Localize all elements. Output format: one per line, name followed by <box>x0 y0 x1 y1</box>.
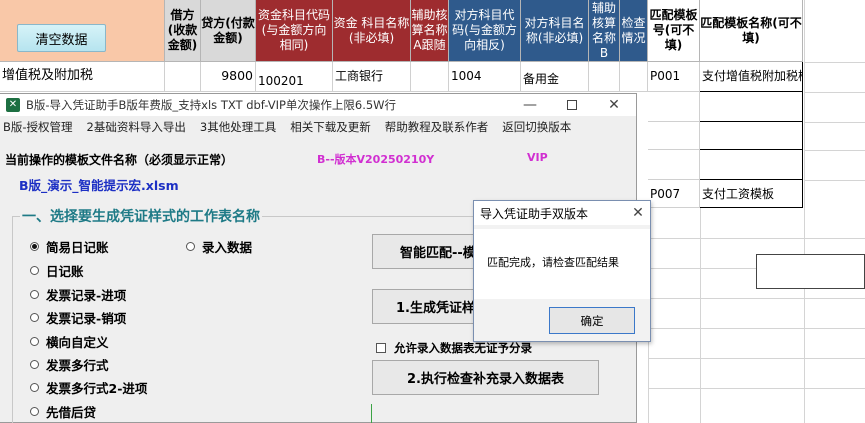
menu-item-auth[interactable]: B版-授权管理 <box>3 119 73 135</box>
current-template-label: 当前操作的模板文件名称（必须显示正常） <box>5 153 234 167</box>
radio-circle-icon <box>30 360 39 369</box>
gridline <box>648 328 865 329</box>
allow-input-checkbox[interactable]: 允许录入数据表无证予分录 <box>376 340 532 356</box>
header-fund-code: 资金科目代码(与金额方向相同) <box>256 0 333 62</box>
header-credit: 贷方(付款金额) <box>201 0 256 62</box>
checkbox-icon <box>376 343 386 353</box>
close-icon[interactable]: ✕ <box>604 96 624 114</box>
radio-horizontal-custom[interactable]: 横向自定义 <box>30 332 109 351</box>
radio-input-data[interactable]: 录入数据 <box>186 237 252 256</box>
file-name-label: B版_演示_智能提示宏.xlsm <box>19 178 179 193</box>
radio-journal[interactable]: 日记账 <box>30 261 84 280</box>
cell-desc[interactable]: 增值税及附加税 <box>0 62 165 92</box>
message-dialog-title: 导入凭证助手双版本 <box>480 206 589 221</box>
message-close-icon[interactable]: ✕ <box>628 204 648 222</box>
cell-tpl-name[interactable]: 支付增值税附加税模板 <box>700 62 803 92</box>
radio-invoice-multiline-2[interactable]: 发票多行式2-进项 <box>30 378 147 397</box>
gridline <box>805 122 865 123</box>
radio-circle-icon <box>30 290 39 299</box>
gridline <box>805 62 865 63</box>
radio-circle-icon <box>30 242 39 251</box>
gridline <box>648 298 865 299</box>
cell-opp-code[interactable]: 1004 <box>449 62 521 92</box>
radio-circle-icon <box>30 383 39 392</box>
message-dialog-title-bar: 导入凭证助手双版本 <box>474 201 650 225</box>
cell-aux-b[interactable] <box>589 62 620 92</box>
menu-item-download[interactable]: 相关下载及更新 <box>290 119 371 135</box>
window-title: B版-导入凭证助手B版年费版_支持xls TXT dbf-VIP单次操作上限6.… <box>26 98 397 112</box>
header-tpl-no: 匹配模板号(可不填) <box>648 0 700 62</box>
minimize-icon[interactable]: — <box>520 96 540 114</box>
radio-invoice-in[interactable]: 发票记录-进项 <box>30 285 126 304</box>
cell-fund-code[interactable]: 100201 <box>256 62 333 92</box>
green-marker <box>371 404 372 423</box>
cell-aux-a[interactable] <box>411 62 449 92</box>
cell-credit[interactable]: 9800 <box>201 62 256 92</box>
version-label: B--版本V20250210Y <box>317 153 435 166</box>
cell-right-r3b[interactable] <box>700 122 803 150</box>
radio-circle-icon <box>30 266 39 275</box>
radio-circle-icon <box>30 313 39 322</box>
gridline <box>805 92 865 93</box>
header-opp-code: 对方科目代码(与金额方向相反) <box>449 0 521 62</box>
smart-match-button[interactable]: 智能匹配--模板 <box>372 234 482 269</box>
radio-debit-first[interactable]: 先借后贷 <box>30 402 96 421</box>
generate-voucher-button[interactable]: 1.生成凭证样式 <box>372 289 482 324</box>
cell-right-r4a[interactable] <box>648 150 700 180</box>
header-debit: 借方(收款金额) <box>165 0 201 62</box>
cell-outline[interactable] <box>756 254 865 289</box>
radio-circle-icon <box>186 242 195 251</box>
message-body: 匹配完成，请检查匹配结果 <box>474 229 650 299</box>
vip-label: VIP <box>527 151 548 164</box>
cell-tpl-name-2[interactable]: 支付工资模板 <box>700 180 803 208</box>
menu-bar: B版-授权管理 2基础资料导入导出 3其他处理工具 相关下载及更新 帮助教程及联… <box>0 118 636 136</box>
radio-simple-journal[interactable]: 简易日记账 <box>30 237 109 256</box>
cell-tpl-no[interactable]: P001 <box>648 62 700 92</box>
cell-right-r3a[interactable] <box>648 122 700 150</box>
menu-item-import-export[interactable]: 2基础资料导入导出 <box>87 119 186 135</box>
gridline <box>648 358 865 359</box>
maximize-icon[interactable] <box>562 96 582 114</box>
header-check: 检查情况 <box>620 0 648 62</box>
cell-opp-name[interactable]: 备用金 <box>521 62 589 92</box>
gridline <box>700 208 701 423</box>
cell-right-r2a[interactable] <box>648 92 700 122</box>
gridline <box>648 388 865 389</box>
excel-app-icon: ✕ <box>6 98 20 112</box>
ok-button[interactable]: 确定 <box>549 307 635 334</box>
header-opp-name: 对方科目名称(非必填) <box>521 0 589 62</box>
cell-debit[interactable] <box>165 62 201 92</box>
cell-right-r2b[interactable] <box>700 92 803 122</box>
header-tpl-name: 匹配模板名称(可不填) <box>700 0 803 62</box>
menu-item-back[interactable]: 返回切换版本 <box>502 119 571 135</box>
radio-invoice-multiline[interactable]: 发票多行式 <box>30 355 109 374</box>
clear-data-button[interactable]: 清空数据 <box>17 24 106 52</box>
cell-fund-name[interactable]: 工商银行 <box>333 62 411 92</box>
section-title: 一、选择要生成凭证样式的工作表名称 <box>20 206 262 226</box>
radio-circle-icon <box>30 337 39 346</box>
header-fund-name: 资金 科目名称(非必填) <box>333 0 411 62</box>
header-aux-a: 辅助核算名称A跟随 <box>411 0 449 62</box>
window-title-bar: ✕ B版-导入凭证助手B版年费版_支持xls TXT dbf-VIP单次操作上限… <box>0 94 636 116</box>
gridline <box>804 0 805 423</box>
gridline <box>648 238 865 239</box>
gridline <box>805 180 865 181</box>
message-text: 匹配完成，请检查匹配结果 <box>487 256 619 269</box>
message-dialog: 导入凭证助手双版本 ✕ 匹配完成，请检查匹配结果 确定 <box>473 200 651 342</box>
menu-item-help[interactable]: 帮助教程及联系作者 <box>385 119 489 135</box>
cell-tpl-no-2[interactable]: P007 <box>648 180 700 208</box>
menu-item-tools[interactable]: 3其他处理工具 <box>200 119 276 135</box>
radio-invoice-out[interactable]: 发票记录-销项 <box>30 308 126 327</box>
gridline <box>805 150 865 151</box>
cell-check[interactable] <box>620 62 648 92</box>
radio-circle-icon <box>30 407 39 416</box>
cell-right-r4b[interactable] <box>700 150 803 180</box>
header-aux-b: 辅助核算名称B <box>589 0 620 62</box>
execute-check-button[interactable]: 2.执行检查补充录入数据表 <box>372 360 599 395</box>
